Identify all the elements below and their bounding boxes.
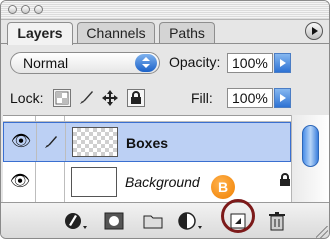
layers-bottom-toolbar [1, 202, 329, 238]
lock-image-pixels-icon[interactable] [77, 89, 95, 107]
lock-icon [279, 173, 291, 192]
layers-scrollbar[interactable] [291, 115, 329, 202]
fill-label: Fill: [191, 90, 213, 106]
select-arrows-icon [135, 54, 157, 72]
zoom-window-button[interactable] [34, 5, 43, 14]
layer-thumbnail-boxes [72, 127, 118, 157]
blend-mode-select[interactable]: Normal [10, 52, 160, 74]
tab-paths[interactable]: Paths [159, 22, 215, 43]
add-mask-icon[interactable] [103, 211, 125, 231]
lock-transparent-pixels-icon[interactable] [53, 89, 71, 107]
opacity-field[interactable]: 100% [227, 53, 273, 73]
layers-list: 👁 Boxes 👁 Background [3, 115, 291, 203]
layer-thumbnail-background [71, 167, 117, 197]
layers-palette: Layers Channels Paths Normal Opacity: 10… [0, 0, 330, 239]
layer-row-partial [3, 116, 291, 122]
adjustment-layer-icon[interactable] [176, 211, 204, 231]
tab-layers[interactable]: Layers [7, 22, 73, 45]
close-window-button[interactable] [8, 5, 17, 14]
scrollbar-thumb[interactable] [302, 125, 319, 167]
layer-row-boxes[interactable]: 👁 Boxes [3, 122, 291, 162]
tab-channels[interactable]: Channels [77, 22, 155, 43]
fill-field[interactable]: 100% [227, 88, 273, 108]
lock-position-icon[interactable] [101, 89, 119, 107]
eye-icon[interactable]: 👁 [5, 162, 36, 202]
eye-icon[interactable]: 👁 [6, 123, 37, 161]
partial-eye-cell [5, 116, 36, 121]
folder-icon[interactable] [142, 211, 164, 231]
layer-styles-icon[interactable] [63, 211, 89, 231]
palette-titlebar [1, 1, 329, 20]
trash-icon[interactable] [266, 211, 288, 231]
lock-all-icon[interactable] [127, 89, 145, 107]
layer-name-boxes[interactable]: Boxes [126, 135, 168, 151]
blend-mode-value: Normal [23, 55, 69, 71]
minimize-window-button[interactable] [21, 5, 30, 14]
brush-icon[interactable] [37, 123, 66, 161]
fill-slider-button[interactable] [274, 88, 291, 108]
highlight-ring [221, 199, 255, 233]
layer-row-background[interactable]: 👁 Background [3, 162, 291, 203]
partial-link-cell [36, 116, 65, 121]
lock-label: Lock: [10, 90, 44, 106]
layer-link-cell[interactable] [36, 162, 65, 202]
callout-badge: B [211, 175, 235, 199]
resize-grip-icon[interactable] [316, 226, 328, 238]
palette-menu-button[interactable] [305, 22, 323, 40]
opacity-slider-button[interactable] [274, 53, 291, 73]
opacity-label: Opacity: [169, 54, 221, 70]
palette-tabs: Layers Channels Paths [1, 20, 329, 45]
layer-name-background[interactable]: Background [125, 174, 200, 190]
